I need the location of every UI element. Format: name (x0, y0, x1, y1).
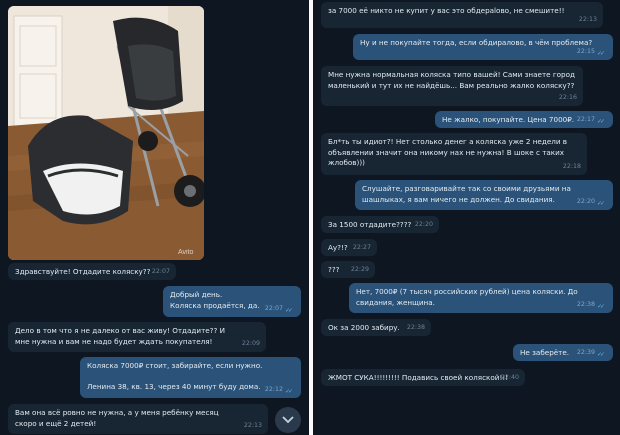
message-incoming[interactable]: Ау?!? 22:27 (321, 239, 377, 256)
message-text: ЖМОТ СУКА!!!!!!!!! Подавись своей коляск… (328, 373, 509, 382)
message-text: Бл*ть ты идиот?! Нет столько денег а кол… (328, 137, 568, 167)
message-time: 22:20 (576, 197, 595, 205)
read-checkmarks-icon: ✓✓ (597, 302, 605, 310)
message-time: 22:07 (151, 267, 170, 275)
message-time: 22:16 (558, 93, 577, 101)
message-time: 22:13 (578, 15, 597, 23)
message-incoming[interactable]: Вам она всё ровно не нужна, а у меня реб… (8, 404, 268, 434)
read-checkmarks-icon: ✓✓ (597, 199, 605, 207)
message-incoming[interactable]: Мне нужна нормальная коляска типо вашей!… (321, 66, 583, 106)
chat-pane-right: за 7000 её никто не купит у вас это обде… (313, 0, 620, 435)
message-text: Коляска 7000₽ стоит, забирайте, если нуж… (87, 361, 263, 391)
message-text: Мне нужна нормальная коляска типо вашей!… (328, 70, 575, 90)
message-time: 22:29 (350, 265, 369, 273)
message-text: Слушайте, разговаривайте так со своими д… (362, 184, 571, 204)
message-time: 22:17 (576, 115, 595, 123)
read-checkmarks-icon: ✓✓ (285, 387, 293, 395)
message-time: 22:07 (264, 304, 283, 312)
message-incoming[interactable]: ??? 22:29 (321, 261, 375, 278)
stroller-photo[interactable]: Avito (8, 6, 204, 260)
message-outgoing[interactable]: Не заберёте. 22:39 ✓✓ (513, 344, 613, 361)
stroller-image: Avito (8, 6, 204, 260)
read-checkmarks-icon: ✓✓ (597, 49, 605, 57)
message-time: 22:12 (264, 385, 283, 393)
message-outgoing[interactable]: Слушайте, разговаривайте так со своими д… (355, 180, 613, 210)
scroll-down-button[interactable] (275, 407, 301, 433)
message-outgoing[interactable]: Добрый день. Коляска продаётся, да. 22:0… (163, 286, 301, 317)
message-time: 22:39 (576, 348, 595, 356)
read-checkmarks-icon: ✓✓ (597, 117, 605, 125)
message-text: Нет, 7000₽ (7 тысяч российских рублей) ц… (356, 287, 578, 307)
message-time: 22:38 (576, 300, 595, 308)
message-time: 22:13 (243, 421, 262, 429)
message-time: 22:20 (414, 220, 433, 228)
message-time: 22:38 (406, 323, 425, 331)
message-outgoing[interactable]: Нет, 7000₽ (7 тысяч российских рублей) ц… (349, 283, 613, 313)
message-outgoing[interactable]: Не жалко, покупайте. Цена 7000₽. 22:17 ✓✓ (435, 111, 613, 128)
watermark-text: Avito (178, 249, 194, 256)
message-text: Вам она всё ровно не нужна, а у меня реб… (15, 408, 219, 428)
message-time: 22:40 (500, 373, 519, 381)
message-incoming[interactable]: Дело в том что я не далеко от вас живу! … (8, 322, 266, 352)
message-incoming[interactable]: за 7000 её никто не купит у вас это обде… (321, 2, 603, 28)
message-outgoing[interactable]: Коляска 7000₽ стоит, забирайте, если нуж… (80, 357, 301, 398)
message-time: 22:18 (562, 162, 581, 170)
message-text: за 7000 её никто не купит у вас это обде… (328, 6, 565, 15)
read-checkmarks-icon: ✓✓ (285, 306, 293, 314)
message-outgoing[interactable]: Ну и не покупайте тогда, если обдиралово… (353, 34, 613, 60)
message-incoming[interactable]: За 1500 отдадите???? 22:20 (321, 216, 439, 233)
message-text: Дело в том что я не далеко от вас живу! … (15, 326, 225, 346)
chat-pane-left: Avito Здравствуйте! Отдадите коляску?? 2… (0, 0, 309, 435)
message-time: 22:27 (352, 243, 371, 251)
message-incoming[interactable]: Бл*ть ты идиот?! Нет столько денег а кол… (321, 133, 587, 175)
message-incoming[interactable]: Ок за 2000 забиру. 22:38 (321, 319, 431, 336)
message-incoming[interactable]: ЖМОТ СУКА!!!!!!!!! Подавись своей коляск… (321, 369, 525, 386)
message-time: 22:15 (576, 47, 595, 55)
message-incoming[interactable]: Здравствуйте! Отдадите коляску?? 22:07 (8, 263, 176, 280)
chevron-down-icon (282, 416, 294, 424)
message-text: Ну и не покупайте тогда, если обдиралово… (360, 38, 593, 47)
message-time: 22:09 (241, 339, 260, 347)
read-checkmarks-icon: ✓✓ (597, 350, 605, 358)
message-text: Здравствуйте! Отдадите коляску?? (15, 267, 151, 276)
